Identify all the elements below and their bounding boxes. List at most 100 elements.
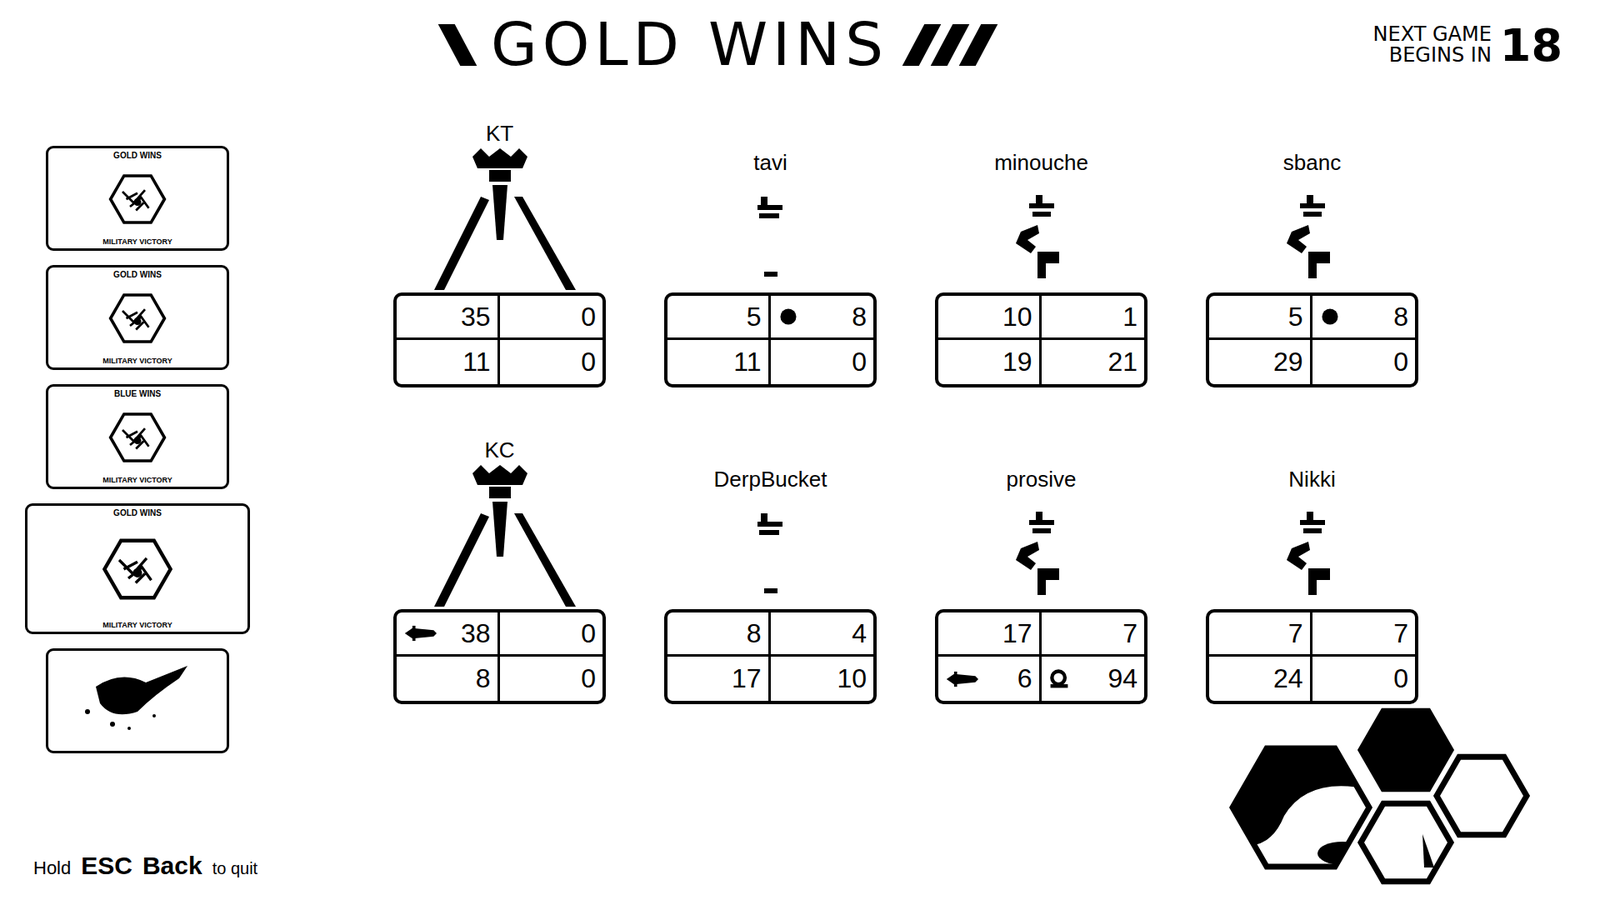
player-card: DerpBucket 8 4 17 10 (664, 416, 877, 705)
stat-cell: 7 (1209, 612, 1313, 657)
stat-cell: 10 (938, 295, 1042, 340)
drone-icon (745, 500, 796, 610)
stat-cell: 19 (938, 340, 1042, 385)
stat-value: 10 (1002, 301, 1033, 333)
history-thumbnail[interactable]: GOLD WINSMILITARY VICTORY (45, 145, 230, 251)
stat-cell: 0 (1312, 656, 1416, 701)
stat-value: 19 (1002, 346, 1033, 378)
stat-value: 7 (1288, 618, 1304, 650)
thumbnail-title: GOLD WINS (113, 508, 162, 518)
stat-cell: 0 (500, 295, 604, 340)
winner-title: GOLD WINS (490, 11, 889, 78)
hex-map-icon (100, 167, 175, 231)
history-thumbnail[interactable]: GOLD WINSMILITARY VICTORY (25, 503, 250, 635)
drone-icon (745, 184, 796, 293)
stat-cell: 0 (1312, 340, 1416, 385)
history-thumbnail[interactable]: GOLD WINSMILITARY VICTORY (45, 265, 230, 370)
stat-value: 29 (1273, 346, 1304, 378)
stat-value: 5 (746, 301, 762, 333)
stat-value: 8 (475, 663, 491, 695)
warrior-icon (1004, 184, 1080, 293)
player-name: sbanc (1283, 150, 1341, 176)
stats-table: 5 8 290 (1205, 292, 1419, 388)
countdown-label: NEXT GAMEBEGINS IN (1373, 24, 1492, 66)
back-key[interactable]: Back (142, 851, 203, 880)
player-name: prosive (1006, 466, 1077, 493)
player-card: Nikki77240 (1205, 416, 1419, 705)
countdown-value: 18 (1500, 19, 1563, 72)
stat-value: 4 (851, 618, 867, 650)
player-grid: KT350110tavi58110minouche1011921sbanc582… (393, 100, 1600, 705)
stats-table: 77240 (1205, 609, 1419, 705)
stats-table: 8 4 17 10 (664, 609, 877, 705)
player-card: KC 38080 (393, 416, 606, 705)
players-area: KT350110tavi58110minouche1011921sbanc582… (275, 83, 1600, 900)
stat-cell: 0 (500, 656, 604, 701)
stat-value: 7 (1122, 618, 1138, 650)
warrior-icon (1004, 500, 1080, 610)
stat-value: 0 (851, 346, 867, 378)
warrior-icon (1275, 184, 1350, 293)
history-thumbnail[interactable] (45, 648, 230, 754)
stat-cell: 17 (938, 612, 1042, 657)
snail-icon (1048, 668, 1070, 690)
hex-map-icon (91, 527, 184, 611)
history-thumbnail[interactable]: BLUE WINSMILITARY VICTORY (45, 384, 230, 490)
stats-table: 38080 (393, 609, 606, 705)
stat-value: 0 (580, 301, 596, 333)
thumbnail-title: BLUE WINS (114, 389, 161, 399)
countdown: NEXT GAMEBEGINS IN18 (1373, 19, 1563, 72)
stat-cell: 8 (770, 295, 875, 340)
stat-cell: 5 (667, 295, 771, 340)
stat-value: 11 (462, 346, 490, 378)
game-over-screen: GOLD WINSNEXT GAMEBEGINS IN18GOLD WINSMI… (0, 0, 1600, 900)
stat-value: 21 (1107, 346, 1138, 378)
stat-cell: 1 (1041, 295, 1145, 340)
winner-banner: GOLD WINS (449, 11, 987, 78)
player-name: KC (484, 437, 515, 464)
stat-value: 17 (731, 663, 762, 695)
slashes-icon (913, 24, 987, 66)
stat-cell: 11 (667, 340, 771, 385)
stat-value: 8 (851, 301, 867, 333)
map-hexes-icon (1229, 704, 1534, 892)
hint-suffix: to quit (212, 859, 258, 879)
stats-table: 5 8 11 0 (664, 292, 877, 388)
sword-icon (945, 670, 979, 689)
stat-cell: 8 (667, 612, 771, 657)
player-name: KT (485, 120, 514, 147)
map-preview-icon (54, 653, 221, 745)
player-card: prosive 17 7 6 94 (935, 416, 1148, 705)
game-history: GOLD WINSMILITARY VICTORYGOLD WINSMILITA… (0, 83, 275, 834)
stat-value: 24 (1273, 663, 1304, 695)
stat-cell: 0 (500, 340, 604, 385)
stat-cell: 35 (396, 295, 500, 340)
hex-map-icon (100, 286, 175, 350)
thumbnail-subtitle: MILITARY VICTORY (102, 237, 172, 246)
queen-icon (420, 463, 580, 610)
player-card: KT 35 0 11 0 (393, 100, 606, 388)
stat-value: 17 (1002, 618, 1033, 650)
player-name: DerpBucket (714, 466, 828, 493)
stat-cell: 7 (1041, 612, 1145, 657)
stat-value: 0 (1393, 663, 1409, 695)
esc-key[interactable]: ESC (80, 851, 133, 880)
hint-prefix: Hold (33, 857, 71, 880)
quit-hint: Hold ESC Back to quit (0, 833, 275, 900)
stat-cell: 94 (1041, 656, 1145, 701)
stat-value: 6 (1017, 663, 1033, 695)
stat-cell: 17 (667, 656, 771, 701)
stat-value: 10 (836, 663, 867, 695)
stat-cell: 21 (1041, 340, 1145, 385)
stat-value: 0 (580, 346, 596, 378)
stat-cell: 0 (770, 340, 875, 385)
sword-icon (403, 624, 437, 643)
stat-value: 8 (1393, 301, 1409, 333)
stat-value: 94 (1107, 663, 1138, 695)
player-card: tavi58110 (664, 100, 877, 388)
player-name: minouche (994, 150, 1089, 176)
queen-icon (420, 146, 580, 293)
stat-cell: 5 (1209, 295, 1313, 340)
stat-cell: 24 (1209, 656, 1313, 701)
slash-icon (438, 24, 478, 66)
